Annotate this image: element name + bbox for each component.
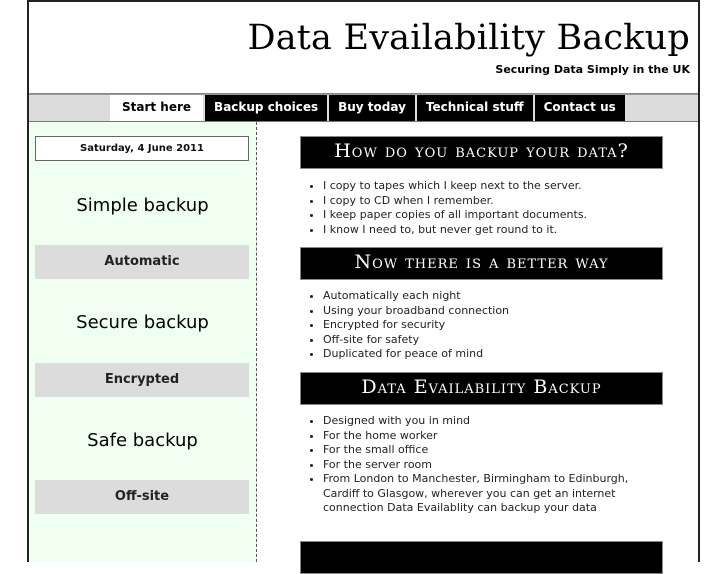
nav-item-buy-today[interactable]: Buy today — [329, 95, 417, 121]
list-item: From London to Manchester, Birmingham to… — [323, 472, 653, 516]
site-header: Data Evailability Backup Securing Data S… — [29, 2, 698, 94]
site-tagline: Securing Data Simply in the UK — [495, 63, 690, 76]
nav-item-start-here[interactable]: Start here — [110, 95, 206, 121]
site-title: Data Evailability Backup — [247, 18, 690, 58]
list-item: Automatically each night — [323, 289, 653, 304]
feature-box-off-site[interactable]: Off-site — [35, 480, 249, 514]
section-list-how: I copy to tapes which I keep next to the… — [305, 179, 653, 237]
nav-item-technical-stuff[interactable]: Technical stuff — [416, 95, 535, 121]
list-item: Off-site for safety — [323, 333, 653, 348]
list-item: Designed with you in mind — [323, 414, 653, 429]
section-heading-deb: Data Evailability Backup — [300, 372, 663, 405]
list-item: I copy to tapes which I keep next to the… — [323, 179, 653, 194]
feature-title-secure: Secure backup — [76, 312, 209, 333]
section-heading-how: How do you backup your data? — [300, 136, 663, 169]
list-item: Encrypted for security — [323, 318, 653, 333]
main-content: How do you backup your data? I copy to t… — [257, 122, 698, 574]
feature-title-safe: Safe backup — [87, 430, 198, 451]
list-item: For the server room — [323, 458, 653, 473]
list-item: I know I need to, but never get round to… — [323, 223, 653, 238]
section-list-better-way: Automatically each night Using your broa… — [305, 289, 653, 362]
list-item: I keep paper copies of all important doc… — [323, 208, 653, 223]
section-heading-next — [300, 541, 663, 574]
list-item: For the home worker — [323, 429, 653, 444]
main-nav: Start here Backup choices Buy today Tech… — [29, 94, 698, 122]
sidebar: Saturday, 4 June 2011 Simple backup Auto… — [29, 122, 257, 562]
section-heading-better-way: Now there is a better way — [300, 247, 663, 280]
list-item: Duplicated for peace of mind — [323, 347, 653, 362]
nav-item-backup-choices[interactable]: Backup choices — [205, 95, 330, 121]
feature-box-automatic[interactable]: Automatic — [35, 245, 249, 279]
nav-item-contact-us[interactable]: Contact us — [534, 95, 627, 121]
feature-box-encrypted[interactable]: Encrypted — [35, 363, 249, 397]
list-item: I copy to CD when I remember. — [323, 194, 653, 209]
section-list-deb: Designed with you in mind For the home w… — [305, 414, 653, 516]
date-display: Saturday, 4 June 2011 — [35, 136, 249, 161]
feature-title-simple: Simple backup — [76, 195, 209, 216]
page-frame: Data Evailability Backup Securing Data S… — [27, 0, 700, 574]
list-item: For the small office — [323, 443, 653, 458]
list-item: Using your broadband connection — [323, 304, 653, 319]
